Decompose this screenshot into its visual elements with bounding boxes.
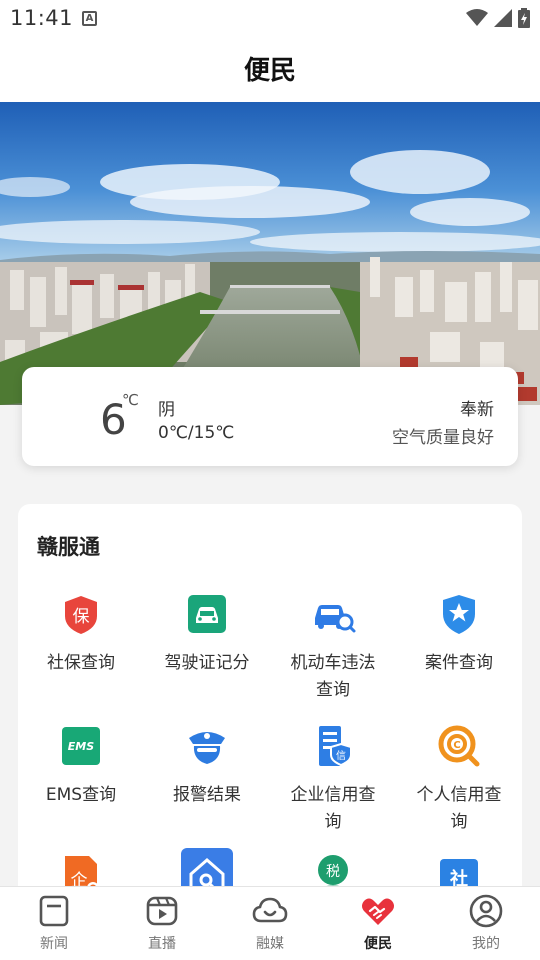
battery-icon (518, 8, 530, 28)
service-label: 社保查询 (47, 653, 115, 673)
status-bar: 11:41 A (0, 0, 540, 36)
insurance-icon: 保 (65, 596, 97, 634)
status-icons (466, 8, 530, 28)
service-label: EMS查询 (45, 785, 117, 805)
car-search-icon (315, 605, 356, 633)
signal-icon (494, 9, 512, 27)
page-title: 便民 (243, 56, 296, 86)
police-icon (189, 732, 225, 764)
nav-convenience[interactable]: 便民 (324, 893, 432, 953)
nav-media[interactable]: 融媒 (216, 893, 324, 953)
temperature-range: 0℃/15℃ (158, 423, 235, 443)
personal-credit-icon: C (438, 725, 480, 767)
service-ems[interactable]: EMS EMS查询 (18, 720, 144, 809)
media-cloud-icon (252, 897, 288, 923)
notification-a-icon: A (82, 11, 97, 26)
service-police-result[interactable]: 报警结果 (144, 720, 270, 809)
weather-card[interactable]: 6 ℃ 阴 0℃/15℃ 奉新 空气质量良好 (22, 367, 518, 466)
nav-label: 我的 (472, 936, 500, 952)
service-label: 机动车违法查询 (290, 653, 376, 700)
nav-label: 直播 (148, 936, 176, 952)
services-panel: 赣服通 保 社保查询 驾驶证记分 机动车违法查询 案件查询 EMS EMS查询 … (18, 504, 522, 904)
city-banner-image[interactable] (0, 102, 540, 405)
service-label: 企业信用查询 (290, 785, 376, 832)
ems-glyph: EMS (68, 740, 94, 753)
nav-news[interactable]: 新闻 (0, 893, 108, 953)
service-label: 报警结果 (173, 785, 241, 805)
service-enterprise-credit[interactable]: 信 企业信用查询 (270, 720, 396, 836)
news-icon (39, 895, 69, 927)
service-label: 驾驶证记分 (164, 653, 250, 673)
service-driver-license[interactable]: 驾驶证记分 (144, 588, 270, 677)
service-vehicle-violation[interactable]: 机动车违法查询 (270, 588, 396, 704)
service-label: 个人信用查询 (416, 785, 502, 832)
service-social-insurance[interactable]: 保 社保查询 (18, 588, 144, 677)
weather-condition: 阴 (158, 400, 175, 420)
status-time: 11:41 (10, 6, 74, 30)
personal-credit-glyph: C (453, 740, 460, 751)
convenience-hands-icon (362, 898, 394, 925)
city-landscape-illustration (0, 102, 540, 405)
bottom-navigation: 新闻 直播 融媒 便民 我的 (0, 886, 540, 960)
nav-profile[interactable]: 我的 (432, 893, 540, 953)
license-icon (188, 595, 226, 633)
service-personal-credit[interactable]: C 个人信用查询 (396, 720, 522, 836)
shield-star-icon (443, 595, 475, 634)
service-case-query[interactable]: 案件查询 (396, 588, 522, 677)
nav-label: 便民 (364, 936, 392, 952)
live-icon (146, 896, 178, 926)
nav-live[interactable]: 直播 (108, 893, 216, 953)
header: 便民 (0, 36, 540, 102)
temperature-unit: ℃ (122, 391, 139, 409)
insurance-glyph: 保 (73, 607, 90, 627)
services-title: 赣服通 (37, 535, 100, 559)
enterprise-credit-icon: 信 (319, 726, 352, 767)
ems-icon: EMS (62, 727, 100, 765)
wifi-icon (466, 9, 488, 26)
profile-icon (469, 894, 503, 928)
service-label: 案件查询 (425, 653, 493, 673)
credit-glyph: 信 (336, 750, 346, 762)
tax-glyph: 税 (326, 864, 340, 880)
air-quality: 空气质量良好 (392, 428, 494, 448)
city-name: 奉新 (460, 400, 494, 420)
nav-label: 融媒 (256, 936, 284, 952)
nav-label: 新闻 (40, 936, 68, 952)
